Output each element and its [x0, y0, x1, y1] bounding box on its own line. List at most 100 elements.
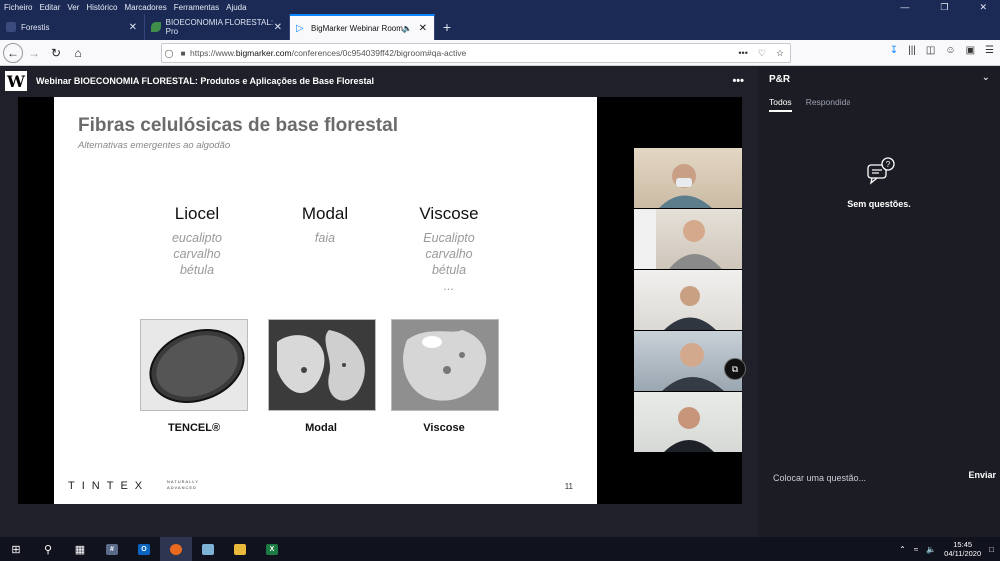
- close-window-icon[interactable]: ✕: [979, 2, 987, 13]
- wifi-icon[interactable]: ≈: [914, 545, 918, 554]
- notifications-icon[interactable]: □: [989, 545, 994, 554]
- tintex-logo: TINTEX: [68, 480, 150, 492]
- column-item: carvalho: [173, 247, 221, 261]
- close-tab-icon[interactable]: ✕: [274, 22, 282, 33]
- extensions-icon[interactable]: ▣: [966, 45, 975, 56]
- picture-in-picture-icon[interactable]: ⧉: [724, 358, 746, 380]
- bookmark-star-icon[interactable]: ☆: [776, 48, 784, 59]
- home-button[interactable]: ⌂: [67, 42, 89, 64]
- tencel-micrograph: [140, 319, 248, 411]
- file-explorer-icon[interactable]: [224, 537, 256, 561]
- minimize-icon[interactable]: —: [900, 2, 909, 12]
- clock-time: 15:45: [953, 540, 973, 549]
- tab-todos[interactable]: Todos: [769, 97, 792, 112]
- new-tab-button[interactable]: +: [435, 14, 459, 40]
- participant-video-1[interactable]: [634, 148, 742, 208]
- pocket-icon[interactable]: ♡: [758, 48, 766, 59]
- notes-icon[interactable]: [192, 537, 224, 561]
- tab-label: BIOECONOMIA FLORESTAL: Pro: [165, 18, 274, 36]
- tab-respondidas[interactable]: Respondidas: [806, 97, 850, 112]
- slide-page-number: 11: [564, 482, 573, 491]
- firefox-icon[interactable]: [160, 537, 192, 561]
- search-icon[interactable]: ⚲: [32, 537, 64, 561]
- webinar-app: W Webinar BIOECONOMIA FLORESTAL: Produto…: [0, 67, 1000, 537]
- bigmarker-icon: ▷: [296, 23, 304, 34]
- download-icon[interactable]: ↧: [890, 45, 898, 56]
- qa-title: P&R: [769, 74, 791, 85]
- qa-tabs: Todos Respondidas: [769, 97, 850, 112]
- hamburger-menu-icon[interactable]: ☰: [985, 45, 994, 56]
- account-icon[interactable]: ☺: [945, 45, 955, 56]
- navigation-bar: ← → ↻ ⌂ ◯ ■ https://www.bigmarker.com/co…: [0, 40, 1000, 66]
- close-tab-icon[interactable]: ✕: [419, 23, 427, 34]
- clock-date: 04/11/2020: [944, 549, 982, 558]
- column-item: Eucalipto: [423, 231, 475, 245]
- close-tab-icon[interactable]: ✕: [129, 22, 137, 33]
- task-view-icon[interactable]: ▦: [64, 537, 96, 561]
- tab-label: Forestis: [21, 22, 50, 32]
- lock-icon[interactable]: ■: [176, 49, 190, 58]
- more-options-icon[interactable]: •••: [732, 75, 744, 87]
- viscose-micrograph: [391, 319, 499, 411]
- column-item: eucalipto: [171, 231, 223, 245]
- participant-video-5[interactable]: [634, 392, 742, 452]
- menu-ficheiro[interactable]: Ficheiro: [4, 3, 32, 12]
- participant-video-2[interactable]: [634, 209, 742, 269]
- column-heading: Viscose: [419, 204, 479, 223]
- bigmarker-logo: W: [5, 71, 27, 91]
- column-item: bétula: [431, 263, 467, 277]
- chevron-up-icon[interactable]: ⌃: [899, 545, 906, 554]
- modal-micrograph: [268, 319, 376, 411]
- menu-bar: Ficheiro Editar Ver Histórico Marcadores…: [0, 0, 1000, 14]
- system-tray: ⌃ ≈ 🔈 15:45 04/11/2020 □: [899, 537, 1000, 561]
- column-heading: Liocel: [174, 204, 220, 223]
- excel-icon[interactable]: X: [256, 537, 288, 561]
- window-controls: — ❐ ✕: [900, 0, 994, 14]
- column-modal: Modal faia: [265, 204, 385, 246]
- speaker-icon[interactable]: 🔈: [402, 24, 412, 33]
- sidebar-icon[interactable]: ◫: [926, 45, 935, 56]
- label-tencel: TENCEL®: [167, 422, 221, 434]
- volume-icon[interactable]: 🔈: [926, 545, 936, 554]
- menu-historico[interactable]: Histórico: [86, 3, 117, 12]
- address-bar[interactable]: ◯ ■ https://www.bigmarker.com/conference…: [161, 43, 791, 63]
- slide-title: Fibras celulósicas de base florestal: [78, 115, 398, 136]
- tintex-tagline: NATURALLY ADVANCED: [167, 479, 199, 490]
- send-button[interactable]: Enviar: [968, 470, 996, 480]
- menu-marcadores[interactable]: Marcadores: [125, 3, 167, 12]
- slide: Fibras celulósicas de base florestal Alt…: [54, 97, 597, 504]
- restore-icon[interactable]: ❐: [940, 2, 948, 13]
- menu-editar[interactable]: Editar: [39, 3, 60, 12]
- page-actions-icon[interactable]: •••: [738, 48, 747, 59]
- menu-ver[interactable]: Ver: [67, 3, 79, 12]
- column-item: carvalho: [425, 247, 473, 261]
- outlook-icon[interactable]: O: [128, 537, 160, 561]
- column-item: faia: [314, 231, 336, 245]
- library-icon[interactable]: |||: [908, 45, 916, 56]
- webinar-title: Webinar BIOECONOMIA FLORESTAL: Produtos …: [36, 76, 375, 86]
- url-text: https://www.bigmarker.com/conferences/0c…: [190, 48, 467, 58]
- slide-subtitle: Alternativas emergentes ao algodão: [78, 140, 231, 151]
- menu-ferramentas[interactable]: Ferramentas: [174, 3, 219, 12]
- question-input[interactable]: Colocar uma questão...: [773, 473, 866, 483]
- favicon-icon: [6, 22, 16, 32]
- tab-strip: Forestis ✕ BIOECONOMIA FLORESTAL: Pro ✕ …: [0, 14, 1000, 40]
- forward-button[interactable]: →: [23, 42, 45, 64]
- column-item: bétula: [179, 263, 215, 277]
- tab-bigmarker[interactable]: ▷ BigMarker Webinar Room 🔈 ✕: [290, 14, 435, 40]
- back-button[interactable]: ←: [3, 42, 23, 63]
- qa-panel: P&R ⌄ Todos Respondidas ? Sem questões. …: [758, 67, 1000, 537]
- shield-icon[interactable]: ◯: [162, 49, 176, 58]
- start-icon[interactable]: ⊞: [0, 537, 32, 561]
- qa-empty-state: Sem questões.: [847, 199, 911, 209]
- tab-forestis[interactable]: Forestis ✕: [0, 14, 145, 40]
- clock[interactable]: 15:45 04/11/2020: [944, 540, 981, 558]
- webinar-header: W Webinar BIOECONOMIA FLORESTAL: Produto…: [0, 67, 758, 95]
- tab-bioeconomia[interactable]: BIOECONOMIA FLORESTAL: Pro ✕: [145, 14, 290, 40]
- reload-button[interactable]: ↻: [45, 42, 67, 64]
- chevron-down-icon[interactable]: ⌄: [982, 72, 990, 83]
- label-modal: Modal: [305, 422, 337, 434]
- calculator-icon[interactable]: #: [96, 537, 128, 561]
- participant-video-3[interactable]: [634, 270, 742, 330]
- menu-ajuda[interactable]: Ajuda: [226, 3, 246, 12]
